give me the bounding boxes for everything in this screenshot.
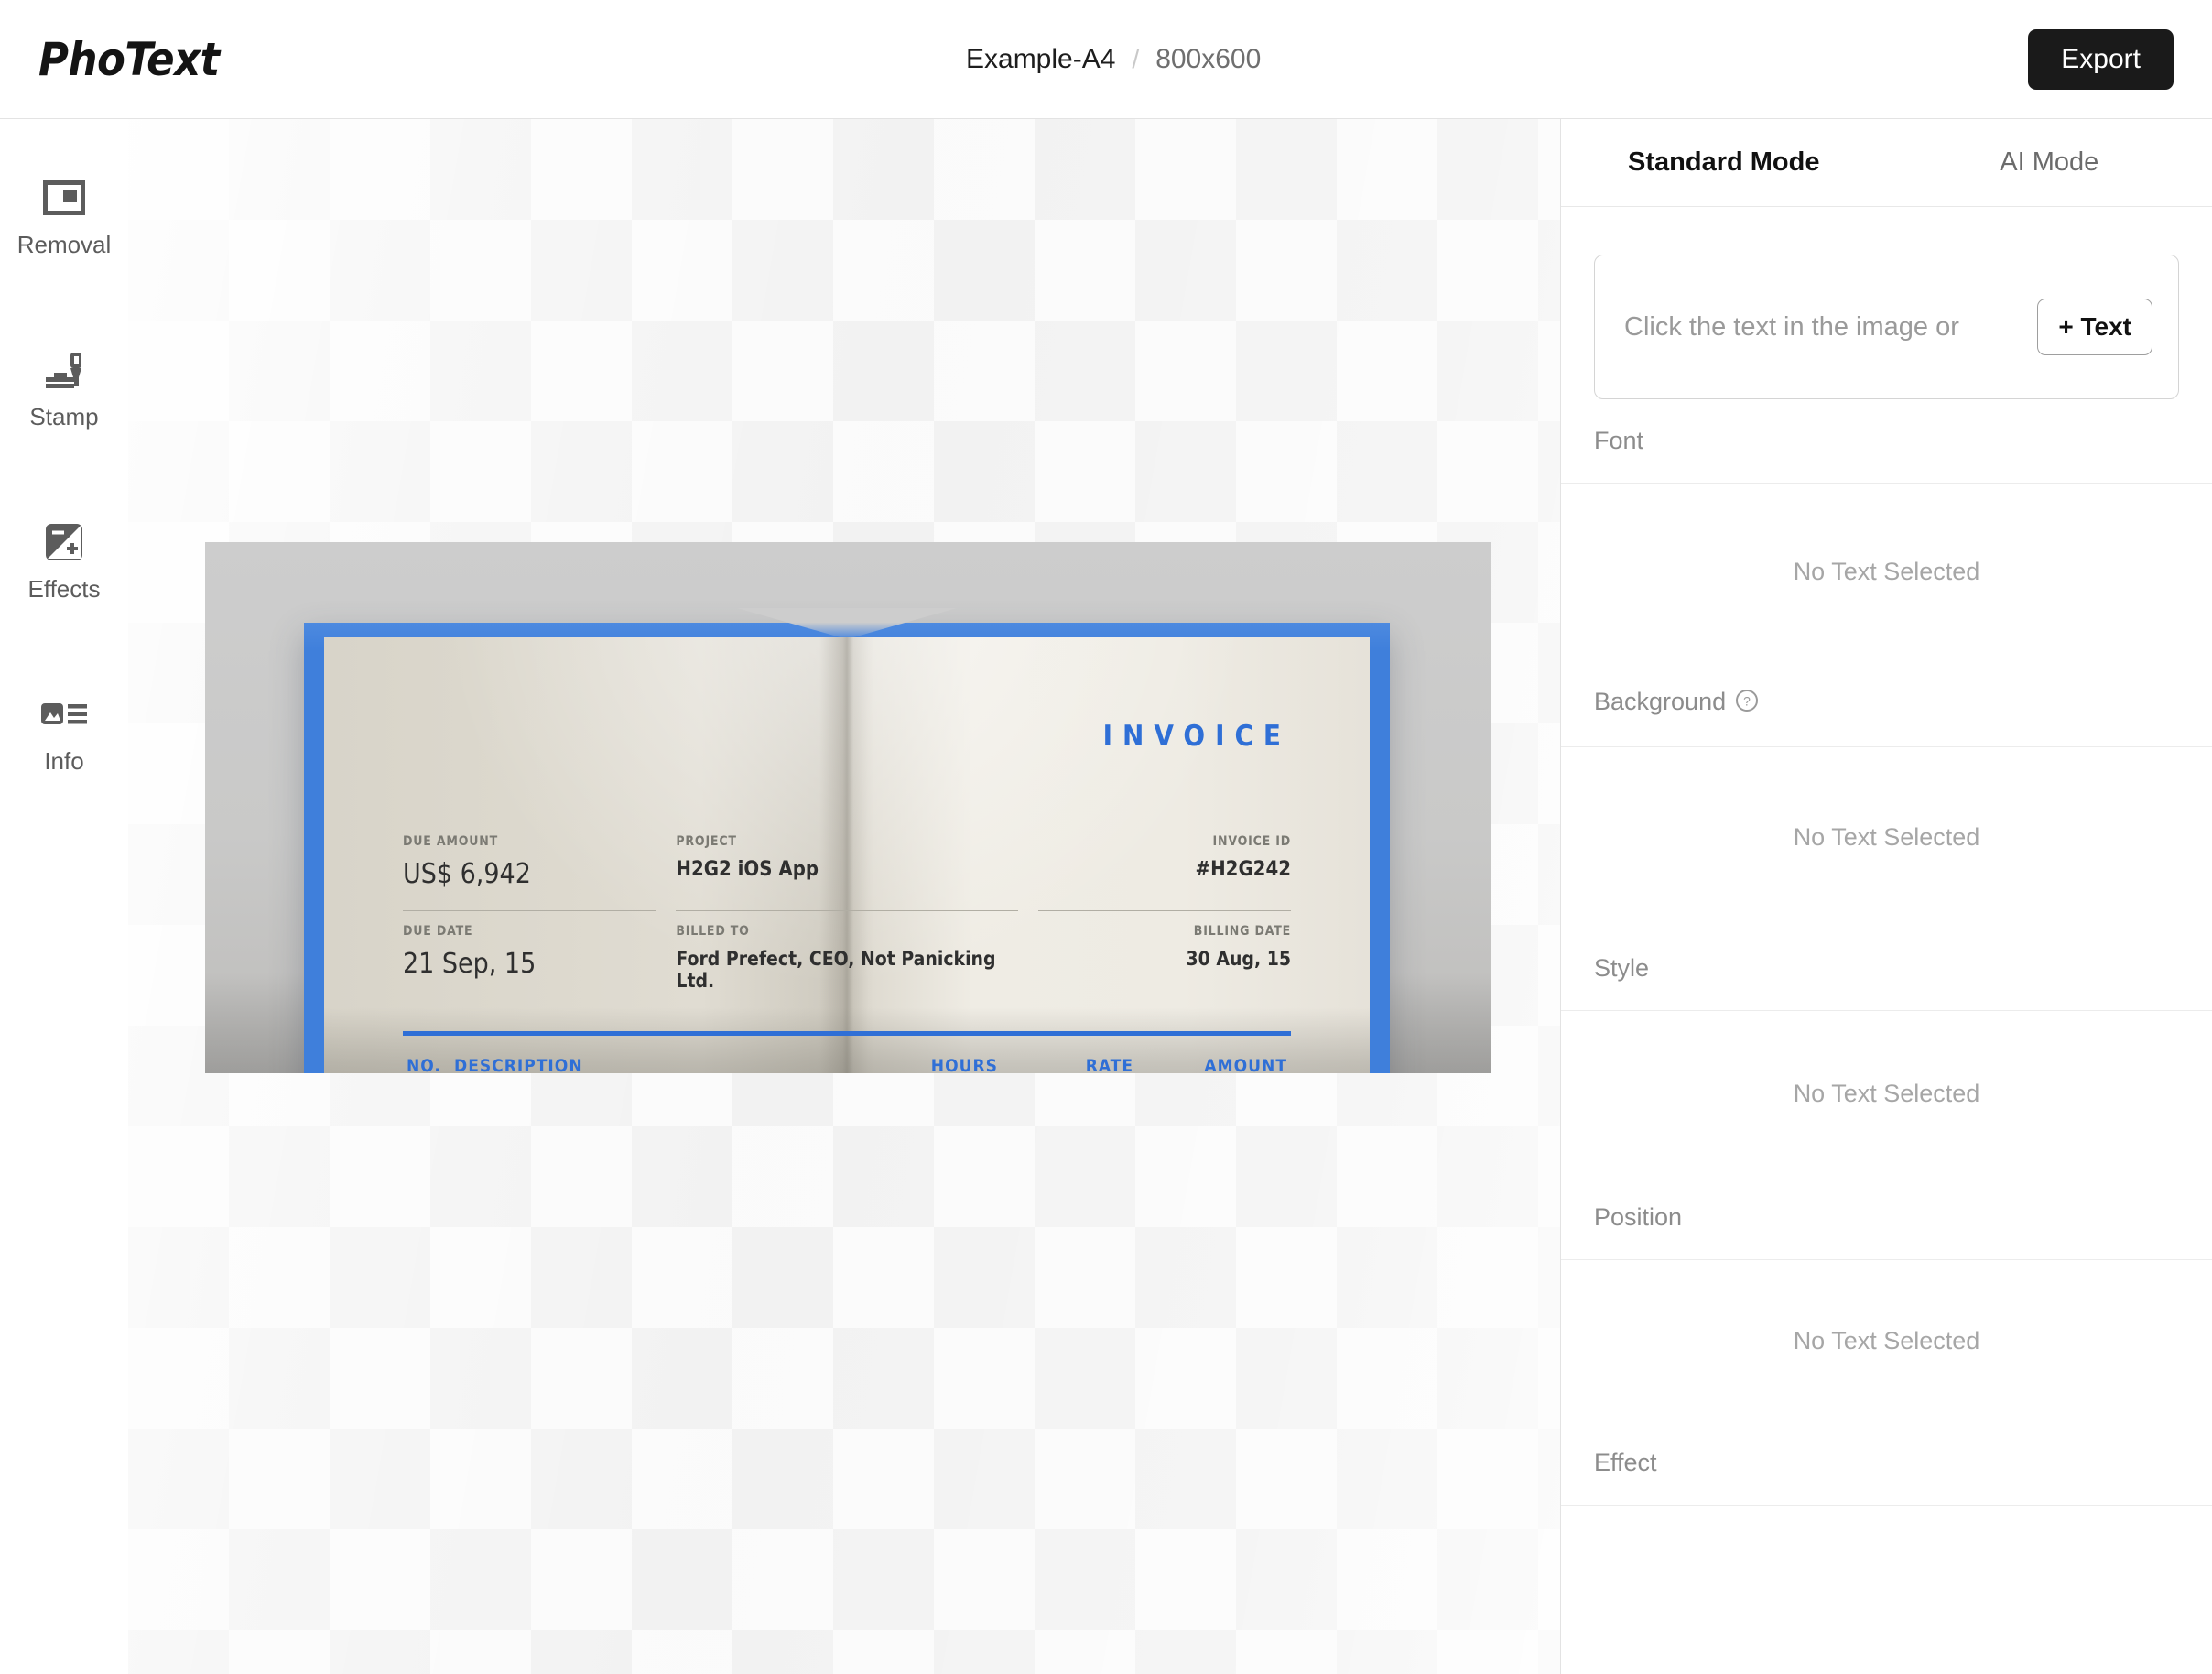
section-font: Font — [1561, 399, 2212, 484]
breadcrumb-separator: / — [1132, 45, 1139, 74]
section-title-font: Font — [1561, 399, 2212, 483]
tab-ai-mode[interactable]: AI Mode — [1887, 147, 2212, 178]
app-body: Removal Stamp — [0, 119, 2212, 1674]
add-text-button[interactable]: + Text — [2037, 299, 2152, 355]
selection-hint-label: Click the text in the image or — [1624, 312, 1959, 342]
removal-icon — [40, 174, 88, 222]
tool-sidebar: Removal Stamp — [0, 119, 128, 1674]
col-header-rate: RATE — [1002, 1056, 1137, 1073]
section-style-empty: No Text Selected — [1561, 1011, 2212, 1176]
info-icon — [40, 690, 88, 738]
meta-value: 21 Sep, 15 — [403, 948, 656, 980]
breadcrumb: Example-A4 / 800x600 — [966, 44, 1261, 75]
section-style: Style — [1561, 927, 2212, 1011]
text-selection-box[interactable]: Click the text in the image or + Text — [1594, 255, 2179, 399]
meta-cell-project[interactable]: PROJECT H2G2 iOS App — [676, 821, 1017, 910]
mode-tabs: Standard Mode AI Mode — [1561, 119, 2212, 207]
section-font-empty: No Text Selected — [1561, 484, 2212, 660]
meta-value: #H2G242 — [1038, 858, 1291, 881]
section-effect: Effect — [1561, 1421, 2212, 1506]
invoice-meta-grid: DUE AMOUNT US$ 6,942 PROJECT H2G2 iOS Ap… — [403, 821, 1291, 1012]
svg-text:?: ? — [1743, 694, 1751, 709]
meta-value: H2G2 iOS App — [676, 858, 1017, 881]
section-background: Background? — [1561, 660, 2212, 747]
col-header-description: DESCRIPTION — [450, 1056, 866, 1073]
col-header-hours: HOURS — [866, 1056, 1002, 1073]
section-position-empty: No Text Selected — [1561, 1260, 2212, 1421]
meta-label: BILLING DATE — [1038, 924, 1291, 939]
sidebar-item-label: Effects — [27, 575, 100, 603]
section-title-background-wrap: Background? — [1561, 660, 2212, 746]
col-header-amount: AMOUNT — [1137, 1056, 1291, 1073]
sidebar-item-removal[interactable]: Removal — [0, 174, 128, 284]
sidebar-item-label: Removal — [17, 231, 112, 259]
invoice-document: INVOICE DUE AMOUNT US$ 6,942 PROJECT H2G… — [324, 637, 1370, 1073]
section-title-effect: Effect — [1561, 1421, 2212, 1505]
book-pages: INVOICE DUE AMOUNT US$ 6,942 PROJECT H2G… — [324, 637, 1370, 1073]
app-header: PhoText Example-A4 / 800x600 Export — [0, 0, 2212, 119]
text-selection-area: Click the text in the image or + Text — [1561, 207, 2212, 399]
meta-value: Ford Prefect, CEO, Not Panicking Ltd. — [676, 948, 1017, 992]
meta-label: INVOICE ID — [1038, 834, 1291, 849]
breadcrumb-dimensions: 800x600 — [1155, 44, 1261, 75]
section-position: Position — [1561, 1176, 2212, 1260]
open-book-mockup: INVOICE DUE AMOUNT US$ 6,942 PROJECT H2G… — [304, 623, 1390, 1073]
help-circle-icon[interactable]: ? — [1735, 689, 1759, 719]
section-title-style: Style — [1561, 927, 2212, 1010]
meta-value: US$ 6,942 — [403, 858, 656, 890]
meta-cell-billed-to[interactable]: BILLED TO Ford Prefect, CEO, Not Panicki… — [676, 910, 1017, 1012]
meta-value: 30 Aug, 15 — [1038, 948, 1291, 970]
section-effect-empty — [1561, 1506, 2212, 1615]
invoice-title[interactable]: INVOICE — [1103, 720, 1291, 753]
app-logo: PhoText — [38, 33, 220, 86]
sidebar-item-stamp[interactable]: Stamp — [0, 346, 128, 456]
app-root: PhoText Example-A4 / 800x600 Export Remo… — [0, 0, 2212, 1674]
section-background-empty: No Text Selected — [1561, 747, 2212, 927]
section-title-position: Position — [1561, 1176, 2212, 1259]
tab-standard-mode[interactable]: Standard Mode — [1561, 147, 1887, 178]
meta-cell-due-date[interactable]: DUE DATE 21 Sep, 15 — [403, 910, 656, 1012]
properties-panel: Standard Mode AI Mode Click the text in … — [1560, 119, 2212, 1674]
meta-label: PROJECT — [676, 834, 1017, 849]
image-canvas[interactable]: INVOICE DUE AMOUNT US$ 6,942 PROJECT H2G… — [128, 119, 1560, 1674]
table-header-row: NO. DESCRIPTION HOURS RATE AMOUNT — [403, 1031, 1291, 1073]
meta-cell-due-amount[interactable]: DUE AMOUNT US$ 6,942 — [403, 821, 656, 910]
stamp-icon — [40, 346, 88, 394]
export-button[interactable]: Export — [2028, 29, 2174, 90]
mockup-scene: INVOICE DUE AMOUNT US$ 6,942 PROJECT H2G… — [205, 542, 1491, 1073]
effects-icon — [40, 518, 88, 566]
meta-label: DUE DATE — [403, 924, 656, 939]
sidebar-item-label: Info — [44, 747, 83, 776]
meta-cell-billing-date[interactable]: BILLING DATE 30 Aug, 15 — [1038, 910, 1291, 1012]
breadcrumb-file-name: Example-A4 — [966, 44, 1115, 75]
col-header-no: NO. — [403, 1056, 450, 1073]
section-title-background: Background — [1594, 688, 1726, 715]
sidebar-item-effects[interactable]: Effects — [0, 518, 128, 628]
sidebar-item-info[interactable]: Info — [0, 690, 128, 800]
meta-cell-invoice-id[interactable]: INVOICE ID #H2G242 — [1038, 821, 1291, 910]
meta-label: DUE AMOUNT — [403, 834, 656, 849]
meta-label: BILLED TO — [676, 924, 1017, 939]
sidebar-item-label: Stamp — [29, 403, 98, 431]
invoice-table: NO. DESCRIPTION HOURS RATE AMOUNT 01 Def… — [403, 1031, 1291, 1073]
